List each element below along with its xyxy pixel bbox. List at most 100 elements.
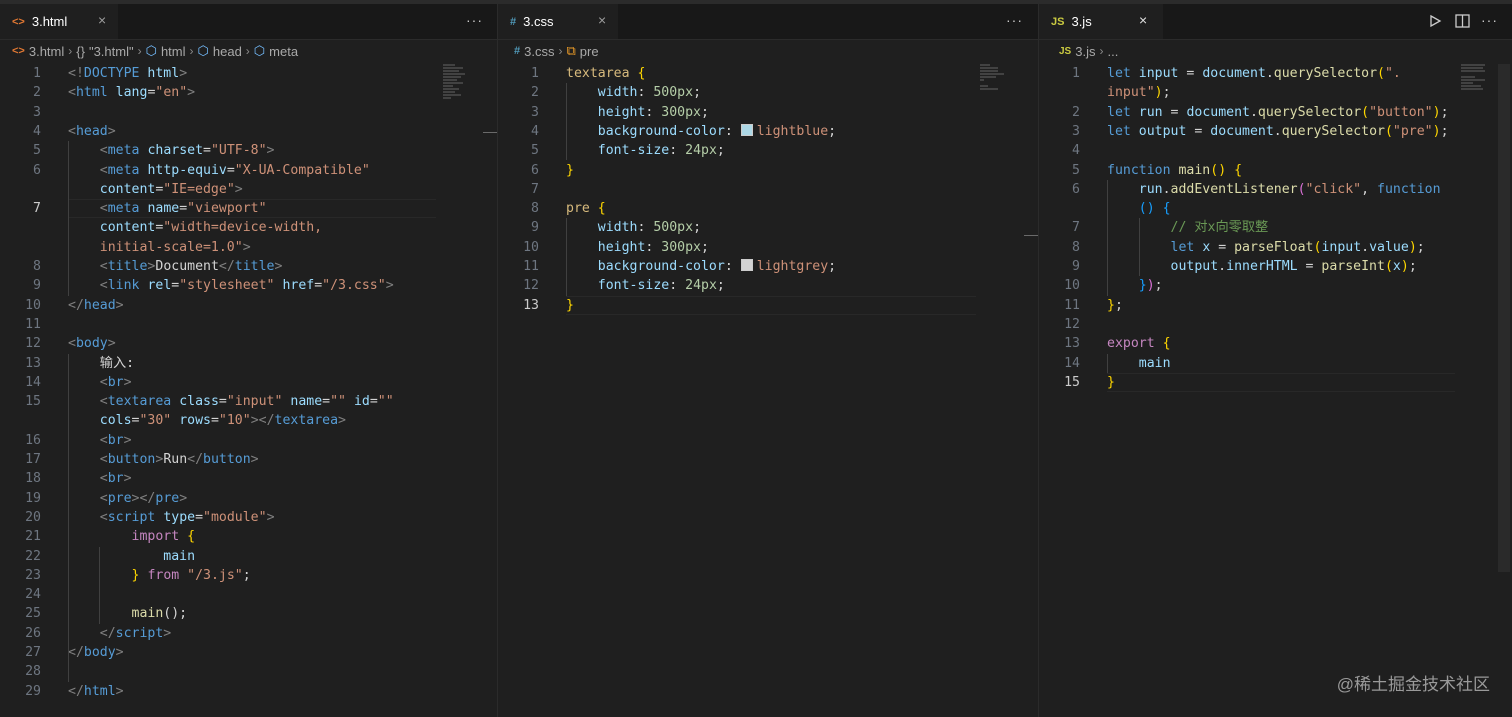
close-icon[interactable]: × [598, 12, 606, 28]
breadcrumb-item-file[interactable]: 3.css [524, 44, 554, 59]
line-number[interactable]: 2 [498, 83, 539, 102]
line-number[interactable]: 2 [1039, 103, 1080, 122]
close-icon[interactable]: × [1139, 12, 1147, 28]
line-number[interactable]: 4 [498, 122, 539, 141]
line-number[interactable]: 10 [1039, 276, 1080, 295]
tab-bar: <> 3.html × ··· [0, 4, 497, 40]
line-number[interactable]: 7 [498, 180, 539, 199]
tab-3-css[interactable]: # 3.css × [498, 4, 618, 39]
line-number[interactable]: 19 [0, 489, 41, 508]
line-number[interactable]: 9 [1039, 257, 1080, 276]
line-number[interactable]: 1 [1039, 64, 1080, 83]
line-number[interactable]: 15 [1039, 373, 1080, 392]
more-actions-icon[interactable]: ··· [1006, 12, 1023, 28]
line-number[interactable]: 20 [0, 508, 41, 527]
line-number[interactable]: 11 [0, 315, 41, 334]
line-number[interactable]: 27 [0, 643, 41, 662]
code-line: 7 // 对x向零取整 [1039, 218, 1512, 237]
line-number[interactable]: 3 [1039, 122, 1080, 141]
line-number[interactable]: 16 [0, 431, 41, 450]
more-actions-icon[interactable]: ··· [466, 12, 483, 28]
line-number[interactable]: 8 [1039, 238, 1080, 257]
line-number[interactable]: 18 [0, 469, 41, 488]
line-number[interactable]: 10 [498, 238, 539, 257]
line-number[interactable]: 11 [1039, 296, 1080, 315]
line-number[interactable]: 9 [0, 276, 41, 295]
code-line: 17 <button>Run</button> [0, 450, 497, 469]
close-icon[interactable]: × [98, 12, 106, 28]
minimap[interactable] [1461, 64, 1487, 124]
breadcrumb-item-html[interactable]: html [161, 44, 186, 59]
minimap[interactable] [443, 64, 469, 124]
breadcrumb-item-head[interactable]: head [213, 44, 242, 59]
code-text: background-color: lightblue; [597, 123, 837, 139]
line-number[interactable]: 13 [0, 354, 41, 373]
split-editor-icon[interactable] [1455, 14, 1470, 33]
line-number[interactable]: 6 [0, 161, 41, 180]
play-icon[interactable] [1428, 14, 1442, 33]
line-number[interactable]: 26 [0, 624, 41, 643]
line-number[interactable]: 4 [1039, 141, 1080, 160]
code-line: 10 height: 300px; [498, 238, 1038, 257]
line-number[interactable]: 24 [0, 585, 41, 604]
line-number[interactable]: 15 [0, 392, 41, 411]
code-text: main [1138, 355, 1171, 371]
tab-3-html[interactable]: <> 3.html × [0, 4, 118, 39]
color-swatch[interactable] [740, 259, 753, 271]
line-number[interactable]: 1 [0, 64, 41, 83]
breadcrumb-item-pre[interactable]: pre [580, 44, 599, 59]
color-swatch[interactable] [740, 123, 753, 136]
code-text: width: 500px; [597, 220, 702, 236]
line-number[interactable]: 13 [498, 296, 539, 315]
minimap[interactable] [980, 64, 1006, 124]
code-text: <textarea class="input" name="" id="" [99, 394, 394, 410]
line-number[interactable]: 3 [498, 103, 539, 122]
line-number[interactable]: 7 [1039, 218, 1080, 237]
chevron-right-icon: › [68, 44, 73, 58]
more-actions-icon[interactable]: ··· [1481, 12, 1498, 28]
breadcrumb-item-document[interactable]: "3.html" [89, 44, 134, 59]
breadcrumb-item-file[interactable]: 3.js [1075, 44, 1095, 59]
line-number[interactable]: 14 [0, 373, 41, 392]
breadcrumb-item-ellipsis[interactable]: ... [1107, 44, 1118, 59]
tab-label: 3.js [1071, 14, 1092, 29]
scrollbar-track[interactable] [1498, 64, 1510, 572]
breadcrumb-item-meta[interactable]: meta [269, 44, 298, 59]
line-number[interactable]: 9 [498, 218, 539, 237]
line-number[interactable]: 28 [0, 662, 41, 681]
line-number[interactable]: 5 [498, 141, 539, 160]
code-line: 1 let input = document.querySelector(". [1039, 64, 1512, 83]
line-number[interactable]: 13 [1039, 334, 1080, 353]
line-number[interactable]: 8 [498, 199, 539, 218]
line-number[interactable]: 6 [498, 161, 539, 180]
line-number[interactable]: 12 [498, 276, 539, 295]
line-number[interactable]: 29 [0, 682, 41, 701]
line-number[interactable]: 8 [0, 257, 41, 276]
line-number[interactable]: 5 [0, 141, 41, 160]
line-number[interactable]: 14 [1039, 354, 1080, 373]
line-number[interactable]: 23 [0, 566, 41, 585]
line-number[interactable]: 21 [0, 527, 41, 546]
line-number[interactable]: 4 [0, 122, 41, 141]
tab-3-js[interactable]: JS 3.js × [1039, 4, 1163, 39]
line-number[interactable]: 5 [1039, 161, 1080, 180]
line-number[interactable]: 7 [0, 199, 41, 218]
line-number[interactable]: 3 [0, 103, 41, 122]
line-number[interactable]: 22 [0, 547, 41, 566]
line-number[interactable]: 2 [0, 83, 41, 102]
line-number[interactable]: 17 [0, 450, 41, 469]
line-number[interactable]: 1 [498, 64, 539, 83]
line-number[interactable]: 12 [0, 334, 41, 353]
code-line: 10 </head> [0, 296, 497, 315]
line-number[interactable]: 10 [0, 296, 41, 315]
code-text: content="IE=edge"> [99, 181, 243, 197]
code-text: initial-scale=1.0"> [99, 239, 251, 255]
line-number[interactable]: 25 [0, 604, 41, 623]
line-number[interactable]: 11 [498, 257, 539, 276]
breadcrumb-item-file[interactable]: 3.html [29, 44, 64, 59]
code-text: height: 300px; [597, 239, 709, 255]
code-line: cols="30" rows="10"></textarea> [0, 411, 497, 430]
code-text: pre { [566, 201, 606, 217]
line-number[interactable]: 12 [1039, 315, 1080, 334]
line-number[interactable]: 6 [1039, 180, 1080, 199]
